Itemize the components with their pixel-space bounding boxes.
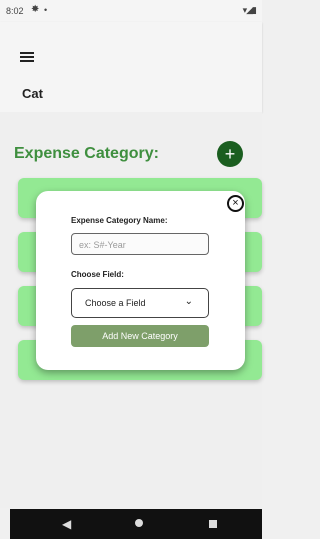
settings-icon: ✸ [31,4,40,15]
close-icon[interactable]: × [227,195,244,212]
category-name-input[interactable]: ex: S#-Year [71,233,209,255]
system-nav-bar: ◀ [10,509,262,539]
status-bar: 8:02 ✸ • ▾◢▮ [0,0,262,22]
notification-dot-icon: • [44,5,48,15]
recent-square-icon[interactable] [209,520,217,528]
add-category-dialog: × Expense Category Name: ex: S#-Year Cho… [36,191,245,370]
section-title: Expense Category: [14,145,159,162]
status-time: 8:02 [6,6,24,16]
hamburger-menu-icon[interactable] [20,52,34,62]
choose-field-label: Choose Field: [71,270,124,279]
add-new-category-button[interactable]: Add New Category [71,325,209,347]
chevron-down-icon: ⌄ [184,296,193,307]
plus-icon: + [224,144,236,164]
status-icons: ▾◢▮ [242,5,257,15]
category-name-label: Expense Category Name: [71,216,168,225]
back-triangle-icon[interactable]: ◀ [62,517,71,531]
choose-field-select[interactable]: Choose a Field ⌄ [71,288,209,318]
app-title: Cat [22,86,43,101]
add-category-button[interactable]: + [217,141,243,167]
home-circle-icon[interactable] [135,519,143,527]
app-bar: Cat [0,22,262,112]
choose-field-value: Choose a Field [85,298,146,308]
